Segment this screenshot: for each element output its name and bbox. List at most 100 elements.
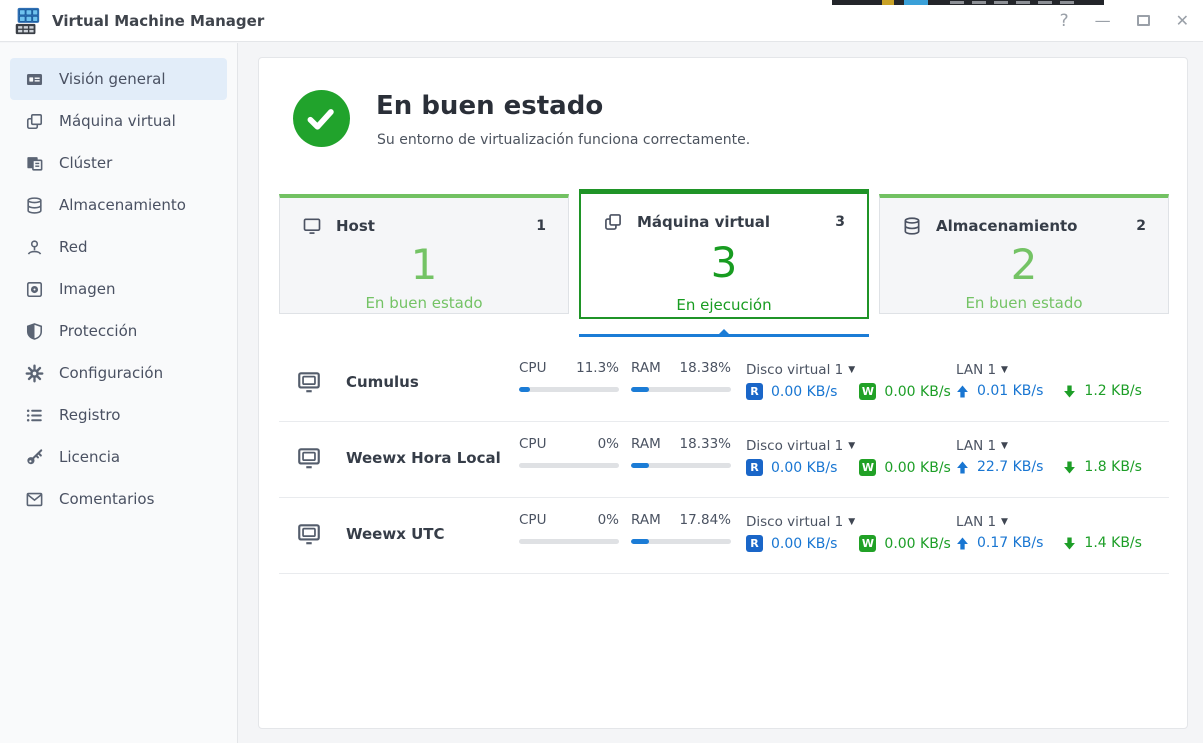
sidebar-item-imagen[interactable]: Imagen — [10, 268, 227, 310]
write-badge: W — [859, 459, 876, 476]
vm-row-weewx-utc[interactable]: Weewx UTC CPU 0% RAM 17.84% Disco virtua… — [279, 498, 1169, 574]
storage-icon — [902, 216, 922, 236]
disk-read-value: 0.00 KB/s — [771, 384, 837, 400]
disk-write-value: 0.00 KB/s — [884, 536, 950, 552]
download-arrow-icon — [1063, 385, 1076, 398]
chevron-down-icon: ▼ — [848, 441, 855, 451]
sidebar-item-label: Visión general — [59, 70, 166, 88]
health-check-icon — [293, 90, 350, 147]
settings-icon — [25, 364, 44, 383]
disk-dropdown[interactable]: Disco virtual 1▼ — [746, 438, 855, 454]
sidebar-item-label: Registro — [59, 406, 120, 424]
card-big-number: 2 — [880, 242, 1168, 288]
cpu-value: 11.3% — [576, 360, 619, 376]
sidebar-item-registro[interactable]: Registro — [10, 394, 227, 436]
vm-monitor-icon — [296, 521, 322, 547]
ram-label: RAM — [631, 436, 661, 452]
sidebar-item-maquina-virtual[interactable]: Máquina virtual — [10, 100, 227, 142]
download-arrow-icon — [1063, 537, 1076, 550]
sidebar-item-label: Configuración — [59, 364, 163, 382]
chevron-down-icon: ▼ — [1001, 365, 1008, 375]
card-status-text: En buen estado — [880, 294, 1168, 312]
ram-value: 17.84% — [680, 512, 731, 528]
card-maquina-virtual[interactable]: Máquina virtual 3 3 En ejecución — [579, 189, 869, 319]
upload-arrow-icon — [956, 537, 969, 550]
cpu-bar — [519, 387, 619, 392]
vm-row-cumulus[interactable]: Cumulus CPU 11.3% RAM 18.38% Disco virtu… — [279, 346, 1169, 422]
write-badge: W — [859, 535, 876, 552]
minimize-button[interactable]: — — [1095, 13, 1111, 29]
sidebar-item-configuracion[interactable]: Configuración — [10, 352, 227, 394]
sidebar-item-comentarios[interactable]: Comentarios — [10, 478, 227, 520]
vm-name: Weewx Hora Local — [346, 449, 501, 467]
write-badge: W — [859, 383, 876, 400]
sidebar-item-licencia[interactable]: Licencia — [10, 436, 227, 478]
help-button[interactable]: ? — [1060, 13, 1069, 30]
disk-read-value: 0.00 KB/s — [771, 536, 837, 552]
read-badge: R — [746, 459, 763, 476]
ram-bar — [631, 463, 731, 468]
lan-dropdown[interactable]: LAN 1▼ — [956, 514, 1008, 530]
lan-dropdown[interactable]: LAN 1▼ — [956, 362, 1008, 378]
app-title: Virtual Machine Manager — [52, 12, 264, 30]
virtual-machine-icon — [603, 212, 623, 232]
sidebar: Visión general Máquina virtual Clúster A… — [0, 43, 238, 743]
card-title: Almacenamiento — [936, 217, 1077, 235]
disk-dropdown[interactable]: Disco virtual 1▼ — [746, 362, 855, 378]
chevron-down-icon: ▼ — [848, 365, 855, 375]
ram-value: 18.38% — [680, 360, 731, 376]
read-badge: R — [746, 383, 763, 400]
lan-download-value: 1.4 KB/s — [1084, 535, 1142, 551]
card-almacenamiento[interactable]: Almacenamiento 2 2 En buen estado — [879, 194, 1169, 314]
protection-icon — [25, 322, 44, 341]
lan-upload-value: 0.17 KB/s — [977, 535, 1043, 551]
sidebar-item-label: Protección — [59, 322, 137, 340]
cpu-bar — [519, 539, 619, 544]
virtual-machine-icon — [25, 112, 44, 131]
image-icon — [25, 280, 44, 299]
sidebar-item-cluster[interactable]: Clúster — [10, 142, 227, 184]
disk-dropdown[interactable]: Disco virtual 1▼ — [746, 514, 855, 530]
sidebar-item-label: Máquina virtual — [59, 112, 176, 130]
cpu-value: 0% — [598, 436, 619, 452]
download-arrow-icon — [1063, 461, 1076, 474]
chevron-down-icon: ▼ — [848, 517, 855, 527]
sidebar-item-label: Red — [59, 238, 88, 256]
card-count-badge: 1 — [536, 218, 546, 234]
maximize-button[interactable] — [1137, 13, 1150, 29]
close-button[interactable]: ✕ — [1176, 13, 1189, 29]
card-host[interactable]: Host 1 1 En buen estado — [279, 194, 569, 314]
overview-icon — [25, 70, 44, 89]
chevron-down-icon: ▼ — [1001, 517, 1008, 527]
app-logo-icon — [12, 6, 42, 36]
sidebar-item-red[interactable]: Red — [10, 226, 227, 268]
sidebar-item-almacenamiento[interactable]: Almacenamiento — [10, 184, 227, 226]
license-icon — [25, 448, 44, 467]
lan-dropdown[interactable]: LAN 1▼ — [956, 438, 1008, 454]
sidebar-item-label: Licencia — [59, 448, 120, 466]
sidebar-item-label: Imagen — [59, 280, 115, 298]
overview-panel: En buen estado Su entorno de virtualizac… — [258, 57, 1188, 729]
ram-label: RAM — [631, 512, 661, 528]
cpu-value: 0% — [598, 512, 619, 528]
disk-write-value: 0.00 KB/s — [884, 460, 950, 476]
cpu-label: CPU — [519, 512, 546, 528]
card-title: Máquina virtual — [637, 213, 770, 231]
storage-icon — [25, 196, 44, 215]
health-status-subtitle: Su entorno de virtualización funciona co… — [377, 132, 750, 148]
sidebar-item-proteccion[interactable]: Protección — [10, 310, 227, 352]
host-monitor-icon — [302, 216, 322, 236]
vm-monitor-icon — [296, 445, 322, 471]
cluster-icon — [25, 154, 44, 173]
card-status-text: En ejecución — [581, 296, 867, 314]
vm-monitor-icon — [296, 369, 322, 395]
card-status-text: En buen estado — [280, 294, 568, 312]
vm-row-weewx-hora-local[interactable]: Weewx Hora Local CPU 0% RAM 18.33% Disco… — [279, 422, 1169, 498]
vm-name: Cumulus — [346, 373, 419, 391]
ram-bar — [631, 387, 731, 392]
sidebar-item-vision-general[interactable]: Visión general — [10, 58, 227, 100]
card-big-number: 3 — [581, 240, 867, 286]
upload-arrow-icon — [956, 461, 969, 474]
lan-download-value: 1.8 KB/s — [1084, 459, 1142, 475]
cpu-label: CPU — [519, 436, 546, 452]
